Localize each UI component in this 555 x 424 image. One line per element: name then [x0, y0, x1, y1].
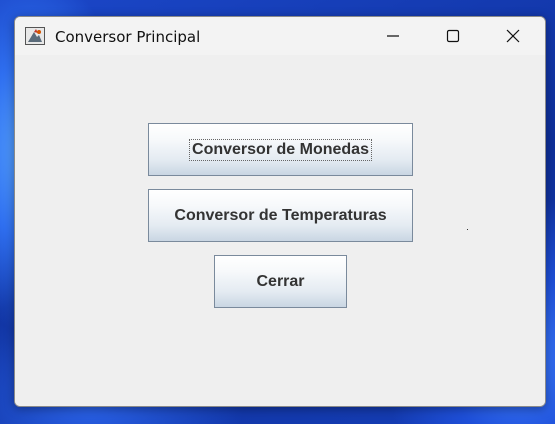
conversor-monedas-button[interactable]: Conversor de Monedas [148, 123, 413, 176]
java-app-icon [25, 27, 45, 45]
conversor-monedas-label: Conversor de Monedas [189, 138, 372, 161]
conversor-temperaturas-label: Conversor de Temperaturas [174, 206, 387, 224]
main-window: Conversor Principal Conversor de Monedas… [14, 16, 546, 407]
cerrar-button[interactable]: Cerrar [214, 255, 347, 308]
maximize-button[interactable] [424, 17, 482, 55]
minimize-icon [387, 35, 399, 37]
window-title: Conversor Principal [55, 28, 201, 46]
content-panel: Conversor de Monedas Conversor de Temper… [15, 55, 545, 406]
stray-pixel [467, 229, 468, 230]
minimize-button[interactable] [364, 17, 422, 55]
title-bar[interactable]: Conversor Principal [15, 17, 545, 55]
cerrar-label: Cerrar [256, 272, 305, 290]
conversor-temperaturas-button[interactable]: Conversor de Temperaturas [148, 189, 413, 242]
close-icon [506, 29, 520, 43]
close-button[interactable] [484, 17, 542, 55]
maximize-icon [446, 29, 460, 43]
